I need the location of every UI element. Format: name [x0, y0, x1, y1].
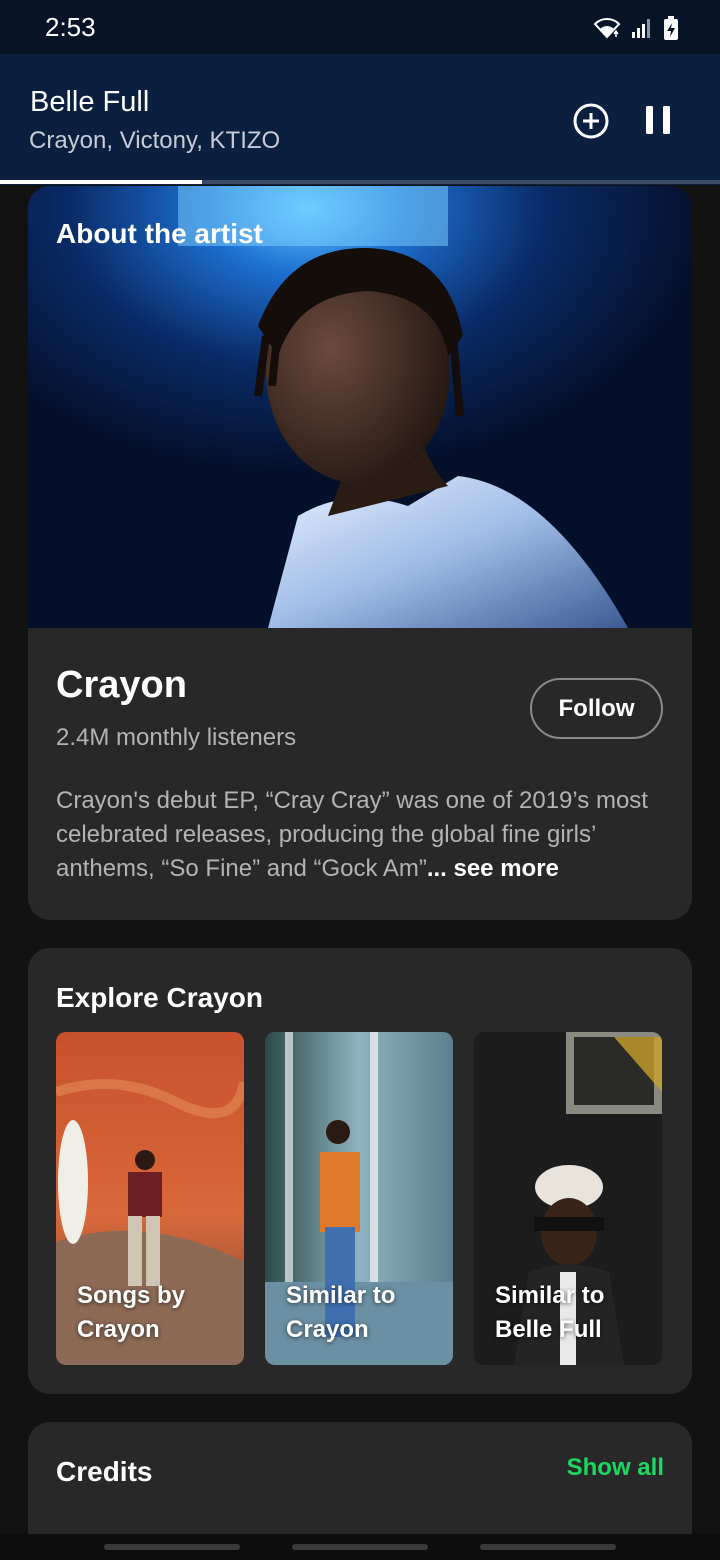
tile-label: Similar to Crayon — [286, 1282, 396, 1343]
artist-bio: Crayon's debut EP, “Cray Cray” was one o… — [56, 784, 668, 886]
about-artist-card[interactable]: About the artist Crayon 2.4M monthly lis… — [28, 186, 692, 920]
status-bar: 2:53 — [0, 0, 720, 54]
about-heading: About the artist — [56, 218, 263, 249]
see-more-link[interactable]: ... see more — [427, 855, 559, 882]
follow-button[interactable]: Follow — [530, 678, 663, 739]
artist-bio-text: Crayon's debut EP, “Cray Cray” was one o… — [56, 787, 648, 882]
now-playing-bar[interactable]: Belle Full Crayon, Victony, KTIZO — [0, 54, 720, 185]
tile-label: Similar to Belle Full — [495, 1282, 605, 1343]
wifi-icon — [593, 18, 621, 39]
monthly-listeners: 2.4M monthly listeners — [56, 724, 297, 751]
status-time: 2:53 — [45, 12, 96, 42]
explore-tile-similar-artist[interactable]: Similar to Crayon — [265, 1032, 453, 1365]
add-circle-icon[interactable] — [572, 102, 610, 140]
artist-photo — [28, 186, 692, 628]
nav-handle — [480, 1544, 616, 1550]
explore-tile-songs-by[interactable]: Songs by Crayon — [56, 1032, 244, 1365]
system-nav-bar — [0, 1534, 720, 1560]
now-playing-title: Belle Full — [30, 86, 150, 118]
now-playing-artists: Crayon, Victony, KTIZO — [29, 127, 281, 154]
credits-card: Credits Show all — [28, 1422, 692, 1552]
pause-icon[interactable] — [644, 104, 672, 136]
signal-icon — [632, 19, 650, 38]
artist-name: Crayon — [56, 664, 187, 706]
playback-progress-fill — [0, 180, 202, 184]
nav-handle — [292, 1544, 428, 1550]
show-all-link[interactable]: Show all — [567, 1454, 664, 1482]
battery-charging-icon — [664, 16, 678, 40]
explore-heading: Explore Crayon — [56, 982, 263, 1013]
nav-handle — [104, 1544, 240, 1550]
tile-label: Songs by Crayon — [77, 1282, 186, 1343]
status-icons — [592, 14, 680, 42]
explore-card: Explore Crayon Songs by Crayon Similar t… — [28, 948, 692, 1394]
credits-heading: Credits — [56, 1456, 153, 1487]
playback-progress[interactable] — [0, 180, 720, 184]
explore-tile-similar-song[interactable]: Similar to Belle Full — [474, 1032, 662, 1365]
